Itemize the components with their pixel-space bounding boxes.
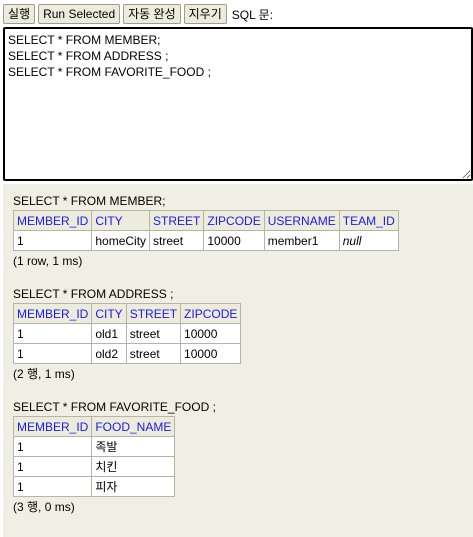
table-cell: 1 xyxy=(12,343,93,364)
table-cell: 10000 xyxy=(203,230,265,251)
table-cell: 족발 xyxy=(91,436,176,457)
result-table: MEMBER_ID CITY STREET ZIPCODE USERNAME TEAM_I… xyxy=(12,210,399,251)
table-row: 1 피자 xyxy=(12,476,176,497)
table-cell: 10000 xyxy=(180,323,242,344)
table-row: 1 치킨 xyxy=(12,456,176,477)
table-header-row: MEMBER_ID CITY STREET ZIPCODE xyxy=(12,303,242,324)
result-summary: (1 row, 1 ms) xyxy=(13,254,83,268)
table-cell: member1 xyxy=(263,230,340,251)
column-header[interactable]: FOOD_NAME xyxy=(91,416,176,437)
column-header[interactable]: TEAM_ID xyxy=(338,210,399,231)
column-header[interactable]: STREET xyxy=(125,303,182,324)
table-cell: 1 xyxy=(12,323,93,344)
table-header-row: MEMBER_ID FOOD_NAME xyxy=(12,416,176,437)
table-row: 1 homeCity street 10000 member1 null xyxy=(12,230,399,251)
column-header[interactable]: MEMBER_ID xyxy=(12,416,93,437)
sql-statement-label: SQL 문: xyxy=(231,7,274,22)
run-button[interactable]: 실행 xyxy=(3,4,36,24)
result-summary: (2 행, 1 ms) xyxy=(13,367,75,381)
table-cell: 1 xyxy=(12,456,93,477)
run-selected-button[interactable]: Run Selected xyxy=(38,4,121,24)
table-cell: 피자 xyxy=(91,476,176,497)
result-summary: (3 행, 0 ms) xyxy=(13,500,75,514)
table-cell: 치킨 xyxy=(91,456,176,477)
table-cell: old2 xyxy=(91,343,127,364)
column-header[interactable]: ZIPCODE xyxy=(203,210,265,231)
result-statement: SELECT * FROM ADDRESS ; xyxy=(13,287,174,301)
table-cell: old1 xyxy=(91,323,127,344)
table-row: 1 족발 xyxy=(12,436,176,457)
result-block: SELECT * FROM MEMBER; MEMBER_ID CITY STREET… xyxy=(12,194,463,269)
table-cell: null xyxy=(338,230,399,251)
table-cell: 1 xyxy=(12,230,93,251)
table-header-row: MEMBER_ID CITY STREET ZIPCODE USERNAME TEAM_I… xyxy=(12,210,399,231)
table-cell: street xyxy=(125,343,182,364)
table-row: 1 old1 street 10000 xyxy=(12,323,242,344)
result-statement: SELECT * FROM FAVORITE_FOOD ; xyxy=(13,400,216,414)
results-panel: SELECT * FROM MEMBER; MEMBER_ID CITY STREET… xyxy=(3,184,473,537)
result-block: SELECT * FROM FAVORITE_FOOD ; MEMBER_ID FO… xyxy=(12,400,463,515)
result-table: MEMBER_ID CITY STREET ZIPCODE 1 old1 street 100… xyxy=(12,303,242,364)
autocomplete-button[interactable]: 자동 완성 xyxy=(123,4,181,24)
table-cell: 10000 xyxy=(180,343,242,364)
result-table: MEMBER_ID FOOD_NAME 1 족발 1 치킨 1 피자 xyxy=(12,416,176,497)
result-block: SELECT * FROM ADDRESS ; MEMBER_ID CITY STRE… xyxy=(12,287,463,382)
sql-editor[interactable]: SELECT * FROM MEMBER; SELECT * FROM ADDR… xyxy=(3,27,473,181)
table-cell: 1 xyxy=(12,436,93,457)
table-cell: 1 xyxy=(12,476,93,497)
column-header[interactable]: MEMBER_ID xyxy=(12,303,93,324)
table-cell: homeCity xyxy=(91,230,151,251)
clear-button[interactable]: 지우기 xyxy=(183,4,227,24)
column-header[interactable]: USERNAME xyxy=(263,210,340,231)
toolbar: 실행 Run Selected 자동 완성 지우기 SQL 문: xyxy=(3,3,273,25)
result-statement: SELECT * FROM MEMBER; xyxy=(13,194,166,208)
column-header[interactable]: CITY xyxy=(91,303,127,324)
table-cell: street xyxy=(149,230,205,251)
table-cell: street xyxy=(125,323,182,344)
column-header[interactable]: STREET xyxy=(149,210,205,231)
column-header[interactable]: ZIPCODE xyxy=(180,303,242,324)
column-header[interactable]: MEMBER_ID xyxy=(12,210,93,231)
table-row: 1 old2 street 10000 xyxy=(12,343,242,364)
column-header[interactable]: CITY xyxy=(91,210,151,231)
